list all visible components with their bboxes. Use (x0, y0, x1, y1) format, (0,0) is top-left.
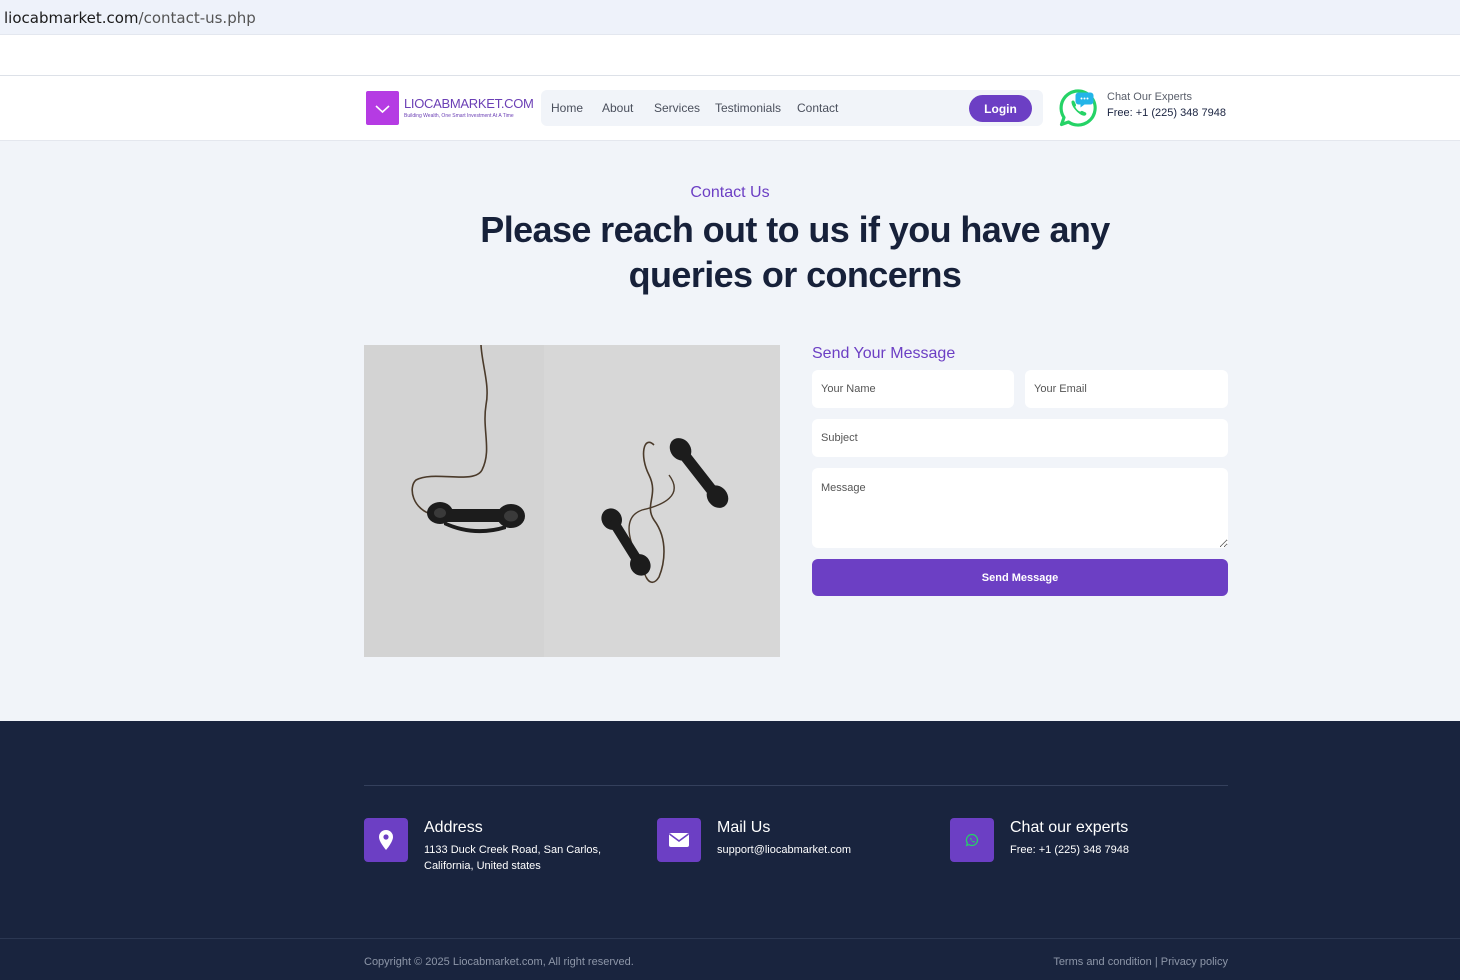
url-path: /contact-us.php (138, 9, 256, 27)
url-text[interactable]: liocabmarket.com/contact-us.php (4, 9, 256, 27)
chat-icon-box (950, 818, 994, 862)
legal-links: Terms and condition | Privacy policy (1053, 956, 1228, 968)
site-logo[interactable]: LIOCABMARKET.COM Building Wealth, One Sm… (366, 91, 536, 127)
name-field[interactable] (812, 370, 1014, 408)
chat-phone[interactable]: Free: +1 (225) 348 7948 (1107, 107, 1226, 119)
contact-photo (364, 345, 780, 657)
main-nav: Home About Services Testimonials Contact… (541, 90, 1043, 126)
mail-icon-box (657, 818, 701, 862)
nav-home[interactable]: Home (551, 101, 583, 115)
address-icon-box (364, 818, 408, 862)
privacy-link[interactable]: Privacy policy (1161, 956, 1228, 968)
page-title: Please reach out to us if you have any q… (480, 209, 1110, 295)
site-header: LIOCABMARKET.COM Building Wealth, One Sm… (0, 76, 1460, 141)
mail-title: Mail Us (717, 819, 771, 836)
terms-link[interactable]: Terms and condition (1053, 956, 1151, 968)
browser-url-bar[interactable]: liocabmarket.com/contact-us.php (0, 0, 1460, 35)
section-eyebrow: Contact Us (690, 184, 770, 201)
address-line-2: California, United states (424, 860, 541, 872)
telephone-receivers-image (364, 345, 780, 657)
footer-bottom-divider (0, 938, 1460, 939)
login-button[interactable]: Login (969, 95, 1032, 122)
mail-address[interactable]: support@liocabmarket.com (717, 842, 851, 858)
nav-testimonials[interactable]: Testimonials (715, 101, 781, 115)
nav-contact[interactable]: Contact (797, 101, 838, 115)
form-title: Send Your Message (812, 345, 956, 362)
legal-separator: | (1154, 956, 1158, 968)
address-line-1: 1133 Duck Creek Road, San Carlos, (424, 844, 602, 856)
logo-mark (366, 91, 399, 125)
top-band (0, 35, 1460, 76)
email-field[interactable] (1025, 370, 1228, 408)
logo-tagline: Building Wealth, One Smart Investment At… (404, 113, 514, 119)
whatsapp-icon (965, 833, 979, 847)
subject-field[interactable] (812, 419, 1228, 457)
send-message-button[interactable]: Send Message (812, 559, 1228, 596)
chat-experts-label: Chat Our Experts (1107, 91, 1192, 103)
copyright-text: Copyright © 2025 Liocabmarket.com, All r… (364, 956, 634, 968)
message-field[interactable] (812, 468, 1228, 548)
chevron-down-icon (375, 105, 390, 114)
logo-name: LIOCABMARKET.COM (404, 96, 534, 111)
footer-divider (364, 785, 1228, 786)
nav-about[interactable]: About (602, 101, 633, 115)
address-title: Address (424, 819, 483, 836)
site-footer: Address 1133 Duck Creek Road, San Carlos… (0, 721, 1460, 980)
nav-services[interactable]: Services (654, 101, 700, 115)
map-pin-icon (379, 830, 393, 850)
chat-title: Chat our experts (1010, 819, 1129, 836)
envelope-icon (669, 833, 689, 847)
whatsapp-icon[interactable] (1059, 89, 1097, 127)
chat-phone-footer[interactable]: Free: +1 (225) 348 7948 (1010, 842, 1129, 858)
url-host: liocabmarket.com (4, 9, 139, 27)
